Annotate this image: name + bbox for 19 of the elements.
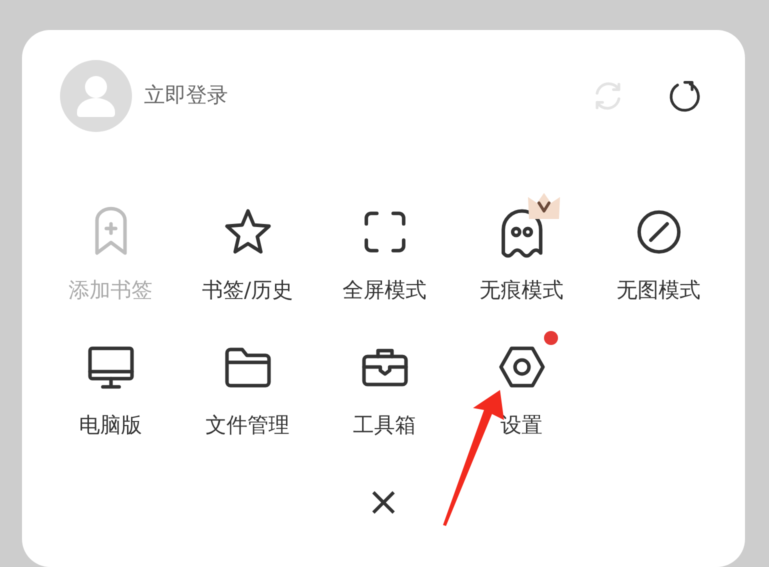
menu-label: 书签/历史 [202, 277, 294, 304]
menu-item[interactable]: 无痕模式 [453, 188, 590, 305]
menu-label: 无痕模式 [480, 277, 564, 304]
menu-item[interactable]: 全屏模式 [316, 188, 453, 305]
menu-label: 电脑版 [79, 412, 142, 439]
menu-label: 工具箱 [353, 412, 416, 439]
login-link[interactable]: 立即登录 [144, 80, 228, 112]
menu-label: 全屏模式 [342, 277, 426, 304]
menu-item[interactable]: 书签/历史 [179, 188, 316, 305]
menu-item[interactable]: 文件管理 [179, 323, 316, 440]
menu-label: 添加书签 [68, 277, 152, 304]
menu-item[interactable]: 无图模式 [590, 188, 727, 305]
menu-label: 文件管理 [206, 412, 290, 439]
menu-item[interactable]: 工具箱 [316, 323, 453, 440]
close-button[interactable]: × [362, 485, 404, 519]
menu-item[interactable]: 电脑版 [42, 323, 179, 440]
menu-label: 无图模式 [616, 277, 700, 304]
menu-label: 设置 [500, 412, 542, 439]
menu-item[interactable]: 设置 [453, 323, 590, 440]
